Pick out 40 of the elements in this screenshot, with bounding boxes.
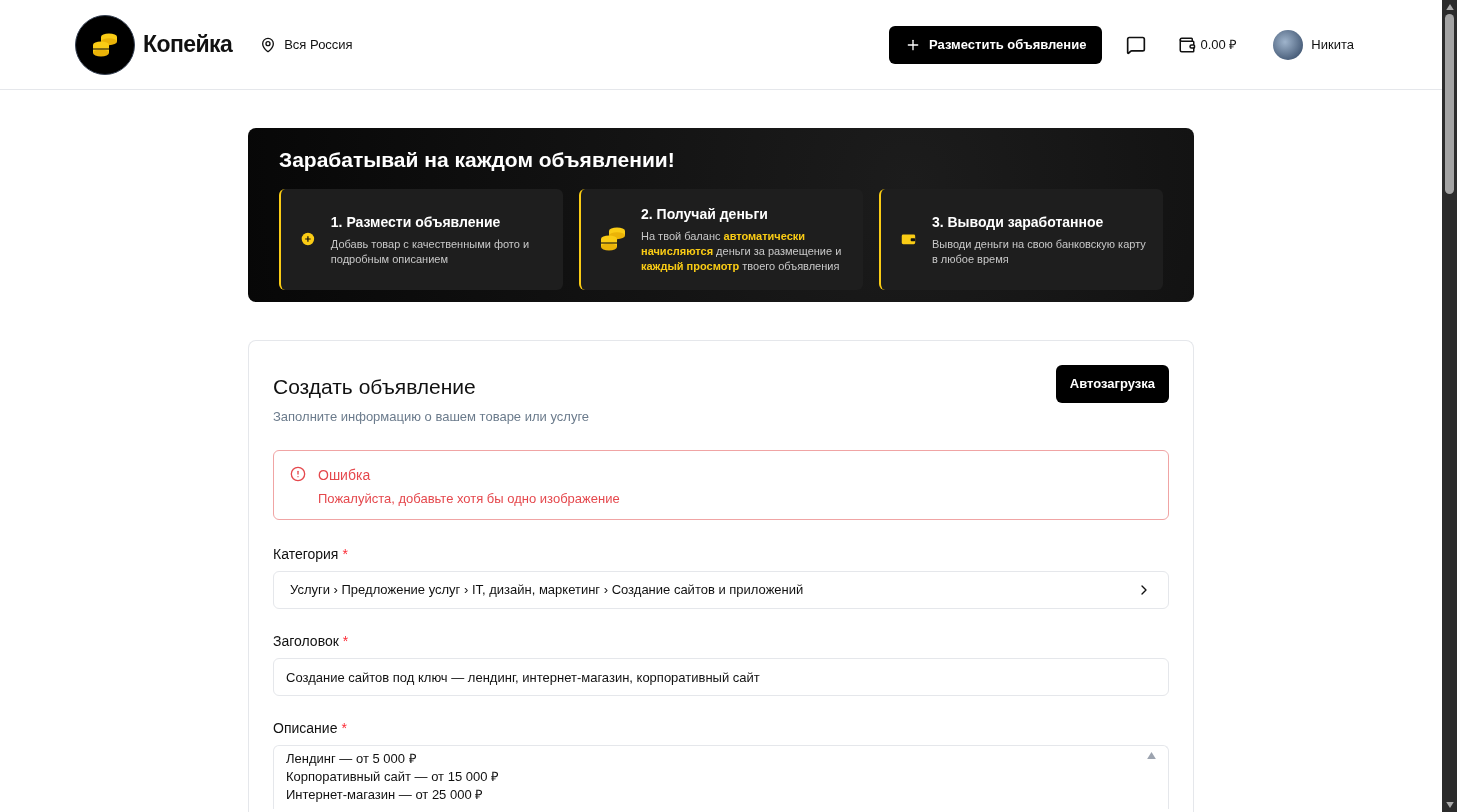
description-line: Интернет-магазин — от 25 000 ₽ bbox=[286, 786, 485, 804]
description-line: Лендинг — от 5 000 ₽ bbox=[286, 750, 418, 768]
map-pin-icon bbox=[260, 36, 277, 53]
coins-icon bbox=[601, 227, 625, 251]
scrollbar-thumb[interactable] bbox=[1445, 14, 1454, 194]
messages-icon[interactable] bbox=[1126, 34, 1147, 55]
step-title: 2. Получай деньги bbox=[641, 205, 769, 224]
required-mark: * bbox=[342, 545, 348, 564]
title-input[interactable]: Создание сайтов под ключ — лендинг, интернет-магазин, корпоративный сайт bbox=[273, 658, 1169, 696]
scrollbar[interactable] bbox=[1442, 0, 1457, 812]
post-ad-button[interactable]: Разместить объявление bbox=[889, 25, 1103, 64]
step-text: Добавь товар с качественными фото и подробным описанием bbox=[330, 236, 531, 267]
avatar[interactable] bbox=[1273, 29, 1304, 60]
category-selector[interactable]: Услуги › Предложение услуг › IT, дизайн, маркетинг › Создание сайтов и приложений bbox=[273, 571, 1169, 609]
location-selector[interactable]: Вся Россия bbox=[260, 34, 353, 55]
step-text: На твой баланс автоматически начисляются деньги за размещение и каждый просмотр твоего объявления bbox=[641, 229, 843, 274]
form-subtitle: Заполните информацию о вашем товаре или услуге bbox=[273, 407, 591, 426]
step-title: 1. Размести объявление bbox=[330, 212, 502, 232]
balance-button[interactable]: 0.00 ₽ bbox=[1178, 34, 1238, 55]
field-label: Заголовок bbox=[273, 632, 339, 651]
banner-title: Зарабатывай на каждом объявлении! bbox=[279, 147, 676, 173]
autoload-button[interactable]: Автозагрузка bbox=[1055, 364, 1169, 403]
required-mark: * bbox=[342, 632, 349, 651]
step-text: Выводи деньги на свою банковскую карту в любое время bbox=[931, 236, 1147, 267]
scroll-down-icon[interactable] bbox=[1445, 802, 1454, 808]
wallet-icon bbox=[1178, 35, 1197, 54]
brand-name: Копейка bbox=[143, 30, 233, 60]
alert-icon bbox=[290, 466, 306, 482]
required-mark: * bbox=[341, 719, 347, 738]
error-title: Ошибка bbox=[318, 466, 372, 485]
field-label: Категория bbox=[273, 545, 339, 564]
field-label: Описание bbox=[273, 719, 338, 738]
user-name[interactable]: Никита bbox=[1311, 34, 1354, 55]
coins-icon bbox=[93, 32, 117, 57]
step-title: 3. Выводи заработанное bbox=[931, 212, 1105, 232]
error-message: Пожалуйста, добавьте хотя бы одно изображение bbox=[318, 490, 620, 508]
description-textarea[interactable]: Лендинг — от 5 000 ₽ Корпоративный сайт — от 15 000 ₽ Интернет-магазин — от 25 000 ₽ bbox=[273, 745, 1169, 809]
description-line: Корпоративный сайт — от 15 000 ₽ bbox=[286, 768, 501, 786]
scroll-up-icon[interactable] bbox=[1445, 4, 1454, 10]
form-title: Создать объявление bbox=[273, 373, 476, 400]
